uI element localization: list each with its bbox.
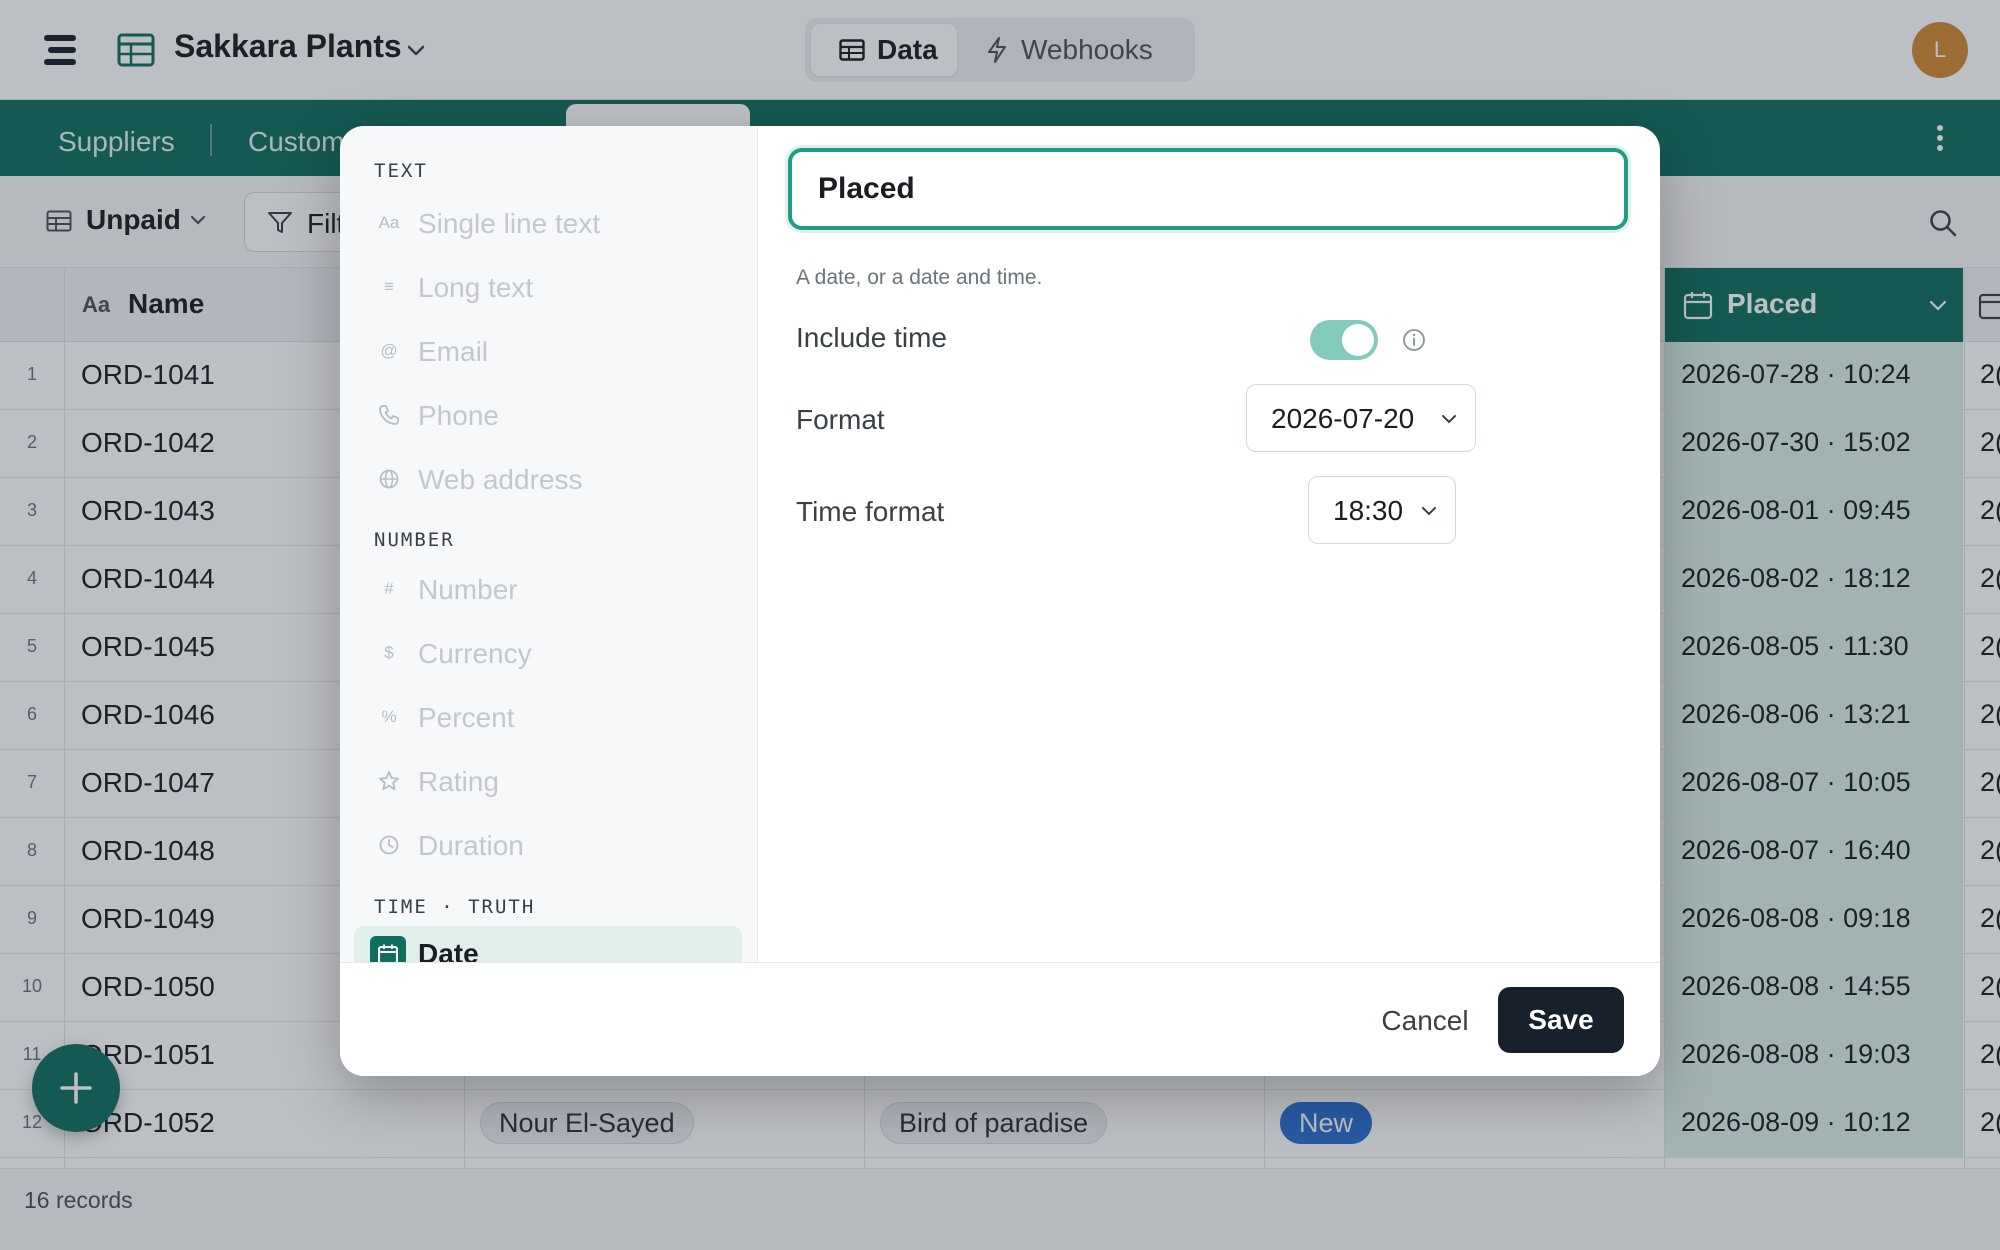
field-type-label: Percent [418,702,515,733]
paragraph-icon: ≡ [384,277,394,296]
field-type-label: Email [418,336,489,367]
format-select[interactable]: 2026-07-20 [1246,384,1476,452]
section-title-text: TEXT [374,160,428,182]
dollar-icon: $ [384,643,394,662]
field-type-label: Duration [418,830,524,861]
info-icon[interactable] [1402,328,1426,352]
field-type-label: Number [418,574,518,605]
field-type-duration[interactable]: Duration [354,818,742,872]
format-value: 2026-07-20 [1271,403,1415,434]
field-name-input[interactable] [788,148,1628,230]
field-type-currency[interactable]: $ Currency [354,626,742,680]
clock-icon [376,832,402,858]
field-settings-dialog: TEXT Aa Single line text ≡ Long text @ E… [340,126,1660,1076]
field-type-web-address[interactable]: Web address [354,452,742,506]
globe-icon [376,466,402,492]
field-type-phone[interactable]: Phone [354,388,742,442]
time-format-select[interactable]: 18:30 [1308,476,1456,544]
hash-icon: # [384,579,394,598]
phone-icon [376,402,402,428]
time-format-value: 18:30 [1333,495,1404,526]
field-type-label: Phone [418,400,499,431]
section-title-number: NUMBER [374,529,455,551]
field-type-list: TEXT Aa Single line text ≡ Long text @ E… [340,126,758,962]
star-icon [376,768,402,794]
field-type-number[interactable]: # Number [354,562,742,616]
save-button[interactable]: Save [1498,987,1624,1053]
field-type-description: A date, or a date and time. [796,266,1043,289]
field-type-date[interactable]: Date [354,926,742,962]
format-label: Format [796,404,885,435]
field-type-percent[interactable]: % Percent [354,690,742,744]
section-title-time-truth: TIME · TRUTH [374,896,536,918]
field-type-long-text[interactable]: ≡ Long text [354,260,742,314]
dialog-footer: Cancel Save [340,962,1660,1076]
chevron-down-icon [1422,507,1436,516]
field-type-rating[interactable]: Rating [354,754,742,808]
include-time-label: Include time [796,322,947,353]
cancel-button[interactable]: Cancel [1360,989,1490,1053]
include-time-toggle[interactable] [1310,320,1378,360]
field-type-label: Long text [418,272,534,303]
field-settings-panel: A date, or a date and time. Include time… [758,126,1660,962]
at-sign-icon: @ [380,341,398,360]
time-format-label: Time format [796,496,945,527]
field-type-label: Date [418,938,479,962]
field-type-single-line-text[interactable]: Aa Single line text [354,196,742,250]
field-type-label: Web address [418,464,583,495]
field-type-label: Rating [418,766,499,797]
field-type-label: Currency [418,638,532,669]
field-type-label: Single line text [418,208,601,239]
chevron-down-icon [1442,415,1456,424]
text-type-icon: Aa [378,213,400,232]
calendar-icon [370,936,406,962]
percent-icon: % [381,707,397,726]
field-type-email[interactable]: @ Email [354,324,742,378]
